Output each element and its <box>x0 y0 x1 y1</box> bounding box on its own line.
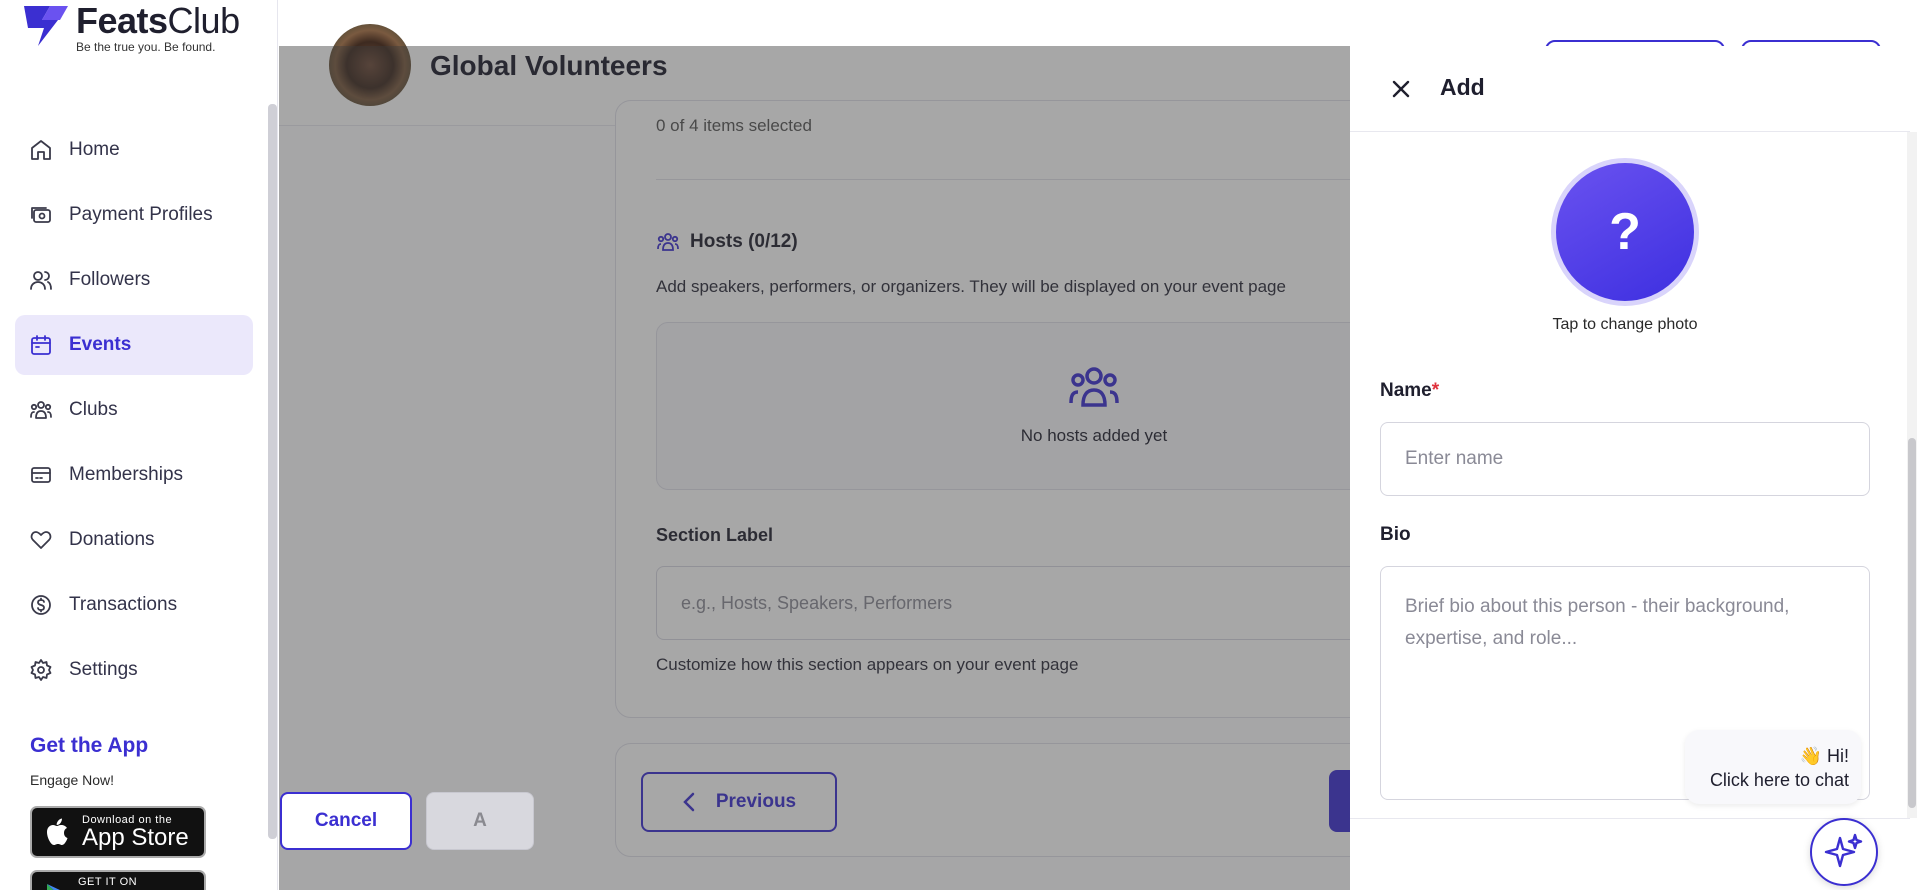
drawer-title: Add <box>1440 74 1485 100</box>
sidebar-item-label: Transactions <box>69 594 178 615</box>
app-store-big: App Store <box>82 824 189 851</box>
app-store-button[interactable]: Download on the App Store <box>30 806 206 858</box>
sidebar-item-label: Settings <box>69 659 138 680</box>
close-icon[interactable] <box>1390 78 1412 100</box>
sidebar-item-settings[interactable]: Settings <box>15 640 253 700</box>
sidebar-item-memberships[interactable]: Memberships <box>15 445 253 505</box>
sidebar-item-label: Clubs <box>69 399 118 420</box>
sidebar-item-label: Events <box>69 334 132 355</box>
chat-cta: Click here to chat <box>1709 770 1849 790</box>
sidebar-nav: Home Payment Profiles Followers Events C… <box>15 120 253 705</box>
google-play-small: GET IT ON <box>78 876 138 888</box>
sidebar-item-label: Donations <box>69 529 155 550</box>
host-photo-placeholder[interactable]: ? <box>1551 158 1699 306</box>
sidebar-item-label: Payment Profiles <box>69 204 213 225</box>
sidebar-item-events[interactable]: Events <box>15 315 253 375</box>
get-app-title: Get the App <box>30 734 149 757</box>
sidebar-item-label: Memberships <box>69 464 184 485</box>
sidebar-item-payment-profiles[interactable]: Payment Profiles <box>15 185 253 245</box>
sidebar-item-clubs[interactable]: Clubs <box>15 380 253 440</box>
calendar-icon <box>31 335 51 355</box>
drawer-scrollbar[interactable] <box>1908 438 1916 808</box>
name-label: Name* <box>1380 380 1439 402</box>
required-asterisk: * <box>1431 380 1440 401</box>
modal-overlay[interactable] <box>279 46 1350 890</box>
heart-icon <box>30 531 52 549</box>
chat-launcher-button[interactable] <box>1810 818 1878 886</box>
sidebar-item-donations[interactable]: Donations <box>15 510 253 570</box>
payment-icon <box>31 207 51 223</box>
sparkle-icon <box>1824 833 1863 868</box>
dollar-icon <box>31 595 51 615</box>
google-play-icon <box>47 884 60 890</box>
home-icon <box>31 140 51 160</box>
google-play-button[interactable]: GET IT ON <box>30 870 206 890</box>
brand-tagline: Be the true you. Be found. <box>76 40 216 54</box>
brand-name-light: Club <box>167 0 241 41</box>
name-label-text: Name <box>1380 380 1432 401</box>
get-app-subtitle: Engage Now! <box>30 772 115 788</box>
featsclub-logo-icon <box>24 6 68 46</box>
sidebar-item-followers[interactable]: Followers <box>15 250 253 310</box>
followers-icon <box>30 271 52 290</box>
chat-prompt-bubble[interactable]: 👋 Hi! Click here to chat <box>1685 730 1861 804</box>
drawer-header <box>1350 46 1910 132</box>
chat-greeting: 👋 Hi! <box>1799 746 1849 766</box>
card-icon <box>31 467 51 483</box>
name-input[interactable] <box>1380 422 1870 496</box>
sidebar-item-label: Home <box>69 139 120 160</box>
cancel-button[interactable]: Cancel <box>280 792 412 850</box>
question-mark-icon: ? <box>1609 203 1641 261</box>
brand-logo[interactable]: FeatsClub Be the true you. Be found. <box>20 2 240 54</box>
sidebar-item-label: Followers <box>69 269 151 290</box>
apple-icon <box>47 818 68 845</box>
photo-hint: Tap to change photo <box>1552 316 1698 333</box>
sidebar-item-transactions[interactable]: Transactions <box>15 575 253 635</box>
sidebar: FeatsClub Be the true you. Be found. Hom… <box>0 0 278 890</box>
clubs-icon <box>30 401 52 419</box>
brand-name-bold: Feats <box>76 0 168 41</box>
sidebar-scrollbar[interactable] <box>268 104 277 839</box>
add-button[interactable]: A <box>426 792 534 850</box>
bio-label: Bio <box>1380 524 1411 545</box>
gear-icon <box>30 659 52 681</box>
sidebar-item-home[interactable]: Home <box>15 120 253 180</box>
